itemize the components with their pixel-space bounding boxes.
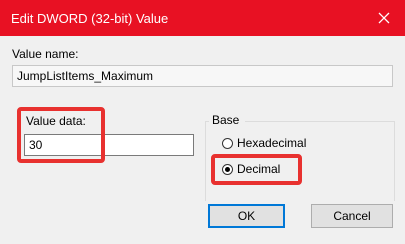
value-data-input[interactable]: 30 (24, 134, 194, 156)
value-name-field: JumpListItems_Maximum (12, 65, 393, 87)
ok-button-label: OK (237, 209, 256, 223)
value-data-label: Value data: (26, 114, 86, 128)
radio-decimal-circle[interactable] (222, 164, 233, 175)
base-group-label: Base (212, 113, 240, 127)
cancel-button-label: Cancel (333, 209, 371, 223)
close-icon (378, 12, 390, 24)
title-bar: Edit DWORD (32-bit) Value (0, 0, 405, 36)
close-button[interactable] (369, 4, 399, 32)
radio-selected-dot (225, 167, 230, 172)
edit-dword-dialog: Edit DWORD (32-bit) Value Value name: Ju… (0, 0, 405, 244)
base-group-border-right (394, 121, 395, 201)
cancel-button[interactable]: Cancel (311, 204, 393, 228)
radio-hexadecimal-circle[interactable] (222, 138, 233, 149)
base-group-border-left (205, 121, 206, 201)
radio-decimal-label[interactable]: Decimal (237, 162, 280, 176)
radio-hexadecimal-label[interactable]: Hexadecimal (237, 136, 306, 150)
ok-button[interactable]: OK (208, 204, 285, 228)
base-group-border (245, 121, 395, 122)
window-title: Edit DWORD (32-bit) Value (11, 11, 169, 26)
value-name-label: Value name: (12, 47, 79, 61)
